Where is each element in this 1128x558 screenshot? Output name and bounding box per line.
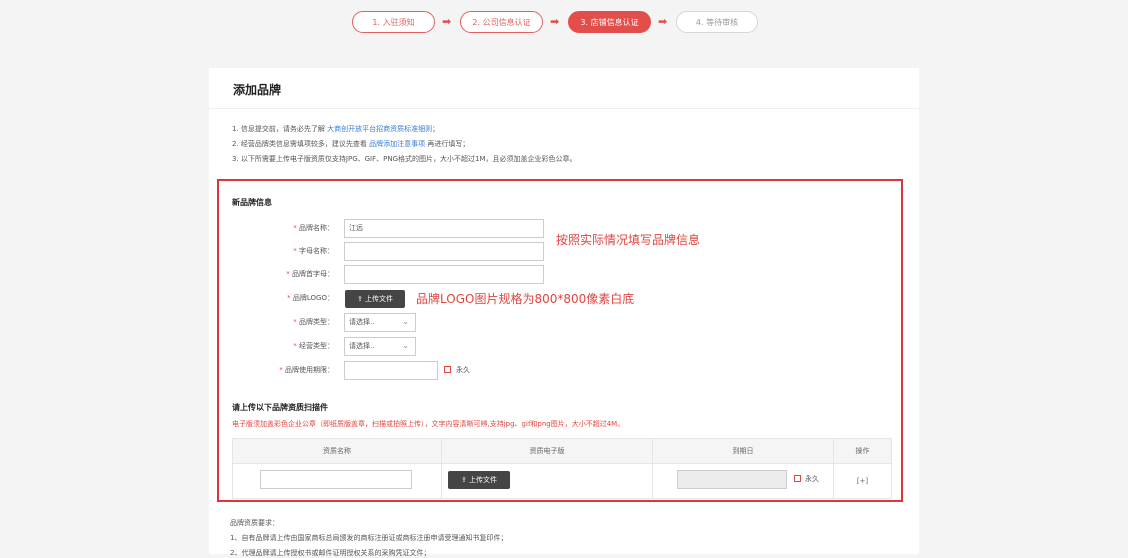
- label-text: 品牌名称：: [299, 224, 334, 232]
- brand-type-label: * 品牌类型：: [293, 318, 334, 326]
- column-header: 到期日: [652, 438, 834, 464]
- divider: [209, 108, 919, 109]
- brand-notice-link[interactable]: 品牌添加注意事项: [369, 140, 425, 148]
- step-3[interactable]: 3. 店铺信息认证: [568, 11, 651, 33]
- rules-link[interactable]: 大商创开放平台招商资质标准细则: [327, 125, 432, 133]
- requirements-title: 品牌资质要求：: [230, 519, 279, 527]
- chevron-down-icon: ⌄: [402, 317, 409, 326]
- page-title: 添加品牌: [233, 83, 282, 97]
- requirements-line: 2、代理品牌请上传授权书或邮件证明授权关系的采购凭证文件；: [230, 549, 431, 557]
- table-header-row: 资质名称 资质电子版 到期日 操作: [232, 438, 892, 464]
- label-text: 品牌LOGO：: [292, 294, 334, 302]
- forever-label: 永久: [805, 475, 819, 483]
- button-label: 上传文件: [469, 476, 498, 484]
- brand-name-label: * 品牌名称：: [293, 224, 334, 232]
- label-text: 字母名称：: [299, 247, 334, 255]
- label-text: 品牌类型：: [299, 318, 334, 326]
- usage-period-label: * 品牌使用期限：: [279, 366, 334, 374]
- letter-name-input[interactable]: [344, 242, 544, 261]
- table-cell: [232, 463, 442, 499]
- qualification-title: 请上传以下品牌资质扫描件: [232, 403, 328, 412]
- label-text: 经营类型：: [299, 342, 334, 350]
- business-type-label: * 经营类型：: [293, 342, 334, 350]
- arrow-right-icon: ➡: [658, 15, 668, 28]
- logo-upload-button[interactable]: ⇪ 上传文件: [345, 290, 405, 308]
- table-cell: [+]: [833, 463, 892, 499]
- requirements-line: 1、自有品牌请上传由国家商标总局颁发的商标注册证或商标注册申请受理通知书复印件；: [230, 534, 508, 542]
- note-text: 2. 经营品牌类信息需填项较多，建议先查看: [232, 140, 367, 148]
- section-title: 新品牌信息: [232, 198, 272, 207]
- qualification-note: 电子版须加盖彩色企业公章（即纸质版盖章，扫描或拍照上传），文字内容清晰可辨,支持…: [232, 420, 625, 428]
- button-label: 上传文件: [365, 295, 394, 303]
- logo-spec-hint: 品牌LOGO图片规格为800*800像素白底: [416, 292, 635, 306]
- brand-type-select[interactable]: 请选择.. ⌄: [344, 313, 416, 332]
- note-text: 3. 以下所需要上传电子版资质仅支持JPG、GIF、PNG格式的图片，大小不超过…: [232, 155, 577, 163]
- select-value: 请选择..: [349, 342, 375, 350]
- label-text: 品牌首字母：: [292, 270, 334, 278]
- letter-name-label: * 字母名称：: [293, 247, 334, 255]
- upload-icon: ⇪: [460, 476, 467, 484]
- table-cell: 永久: [652, 463, 834, 499]
- arrow-right-icon: ➡: [550, 15, 560, 28]
- forever-label: 永久: [456, 366, 470, 374]
- table-cell: ⇪ 上传文件: [441, 463, 653, 499]
- brand-name-input[interactable]: 江远: [344, 219, 544, 238]
- business-type-select[interactable]: 请选择.. ⌄: [344, 337, 416, 356]
- add-row-button[interactable]: [+]: [857, 477, 868, 485]
- first-letter-label: * 品牌首字母：: [286, 270, 334, 278]
- expiry-date-input[interactable]: [677, 470, 787, 489]
- note-text: ；: [432, 125, 440, 133]
- note-text: 再进行填写；: [427, 140, 470, 148]
- usage-period-input[interactable]: [344, 361, 438, 380]
- fill-info-hint: 按照实际情况填写品牌信息: [556, 233, 701, 247]
- chevron-down-icon: ⌄: [402, 341, 409, 350]
- step-1[interactable]: 1. 入驻须知: [352, 11, 435, 33]
- arrow-right-icon: ➡: [442, 15, 452, 28]
- qualification-table: 资质名称 资质电子版 到期日 操作 ⇪ 上传文件 永久 [+]: [232, 438, 892, 499]
- forever-checkbox[interactable]: [794, 475, 801, 482]
- notes: 1. 信息提交前，请务必先了解 大商创开放平台招商资质标准细则； 2. 经营品牌…: [232, 122, 577, 167]
- column-header: 资质电子版: [441, 438, 653, 464]
- step-progress: 1. 入驻须知 ➡ 2. 公司信息认证 ➡ 3. 店铺信息认证 ➡ 4. 等待审…: [0, 11, 1128, 35]
- qualification-name-input[interactable]: [260, 470, 412, 489]
- column-header: 资质名称: [232, 438, 442, 464]
- logo-label: * 品牌LOGO：: [287, 294, 334, 302]
- step-2[interactable]: 2. 公司信息认证: [460, 11, 543, 33]
- table-row: ⇪ 上传文件 永久 [+]: [232, 463, 892, 499]
- qualification-upload-button[interactable]: ⇪ 上传文件: [448, 471, 510, 489]
- label-text: 品牌使用期限：: [285, 366, 334, 374]
- column-header: 操作: [833, 438, 892, 464]
- first-letter-input[interactable]: [344, 265, 544, 284]
- note-text: 1. 信息提交前，请务必先了解: [232, 125, 325, 133]
- forever-checkbox[interactable]: [444, 366, 451, 373]
- step-4[interactable]: 4. 等待审核: [676, 11, 758, 33]
- upload-icon: ⇪: [356, 295, 363, 303]
- select-value: 请选择..: [349, 318, 375, 326]
